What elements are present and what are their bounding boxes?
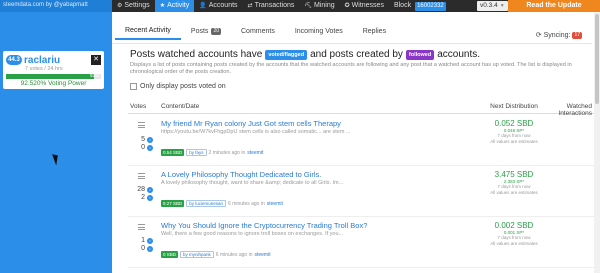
post-type-icon (138, 224, 145, 230)
tabs-divider (112, 43, 592, 44)
post-meta: 0 SBD by mynihpank 6 minutes ago in stee… (161, 251, 271, 258)
only-voted-label: Only display posts voted on (140, 83, 226, 90)
post-meta: 0.54 SBD by fays 2 minutes ago in steemi… (161, 149, 264, 156)
flag-indicator-icon: • (147, 145, 153, 151)
nav-accounts[interactable]: 👤 Accounts (194, 0, 242, 12)
section-description: Displays a list of posts containing post… (130, 62, 572, 75)
table-row: 28 • 2 • A Lovely Philosophy Thought Ded… (128, 167, 594, 217)
only-voted-option[interactable]: Only display posts voted on (130, 83, 226, 90)
nav-mining[interactable]: ⛏ Mining (299, 0, 339, 12)
tab-comments[interactable]: Comments (231, 28, 285, 39)
next-distribution: 0.052 SBD 0.046 SP* 7 days from now All … (490, 119, 538, 144)
only-voted-checkbox[interactable] (130, 83, 137, 90)
tab-recent-activity[interactable]: Recent Activity (115, 27, 181, 40)
payout-badge: 9.27 SBD (161, 200, 185, 207)
main-panel: Recent Activity Posts 20 Comments Incomin… (112, 12, 600, 273)
chevron-down-icon: ▼ (499, 3, 505, 9)
post-type-icon (138, 173, 145, 179)
read-update-button[interactable]: Read the Update (508, 0, 600, 12)
vote-indicator-icon: • (147, 238, 153, 244)
post-type-icon (138, 122, 145, 128)
flag-indicator-icon: • (147, 246, 153, 252)
author-link[interactable]: by luciemunesan (186, 200, 227, 207)
subtabs: Recent Activity Posts 20 Comments Incomin… (115, 27, 396, 40)
voting-power-bar: 92% (6, 73, 101, 79)
table-row: 1 • 0 • Why You Should Ignore the Crypto… (128, 218, 594, 268)
tag-link[interactable]: steemit (267, 201, 283, 207)
posts-count-badge: 20 (211, 28, 221, 35)
vote-count: 28 (137, 186, 145, 193)
star-icon: ★ (159, 3, 166, 9)
scrollbar-thumb[interactable] (595, 14, 599, 104)
header-votes: Votes (130, 103, 147, 110)
header-watched-interactions: Watched Interactions (558, 103, 592, 117)
tab-replies[interactable]: Replies (353, 28, 396, 39)
scrollbar[interactable] (594, 12, 600, 273)
sidebar: steemdata.com by @yabapmatt 44.3 raclari… (0, 0, 112, 273)
payout-badge: 0.54 SBD (161, 149, 185, 156)
nav-activity[interactable]: ★ Activity (154, 0, 195, 12)
exchange-icon: ⇄ (247, 3, 253, 9)
user-card: 44.3 raclariu ✕ 7 votes / 24 hrs 92% 92.… (3, 51, 104, 89)
vote-count: 5 (141, 136, 145, 143)
voting-power-label: 92.520% Voting Power (20, 80, 87, 87)
nav-witnesses[interactable]: ✪ Witnesses (340, 0, 389, 12)
reputation-badge: 44.3 (6, 55, 22, 65)
sync-status: ⟳ Syncing: 17 (535, 31, 582, 39)
tag-link[interactable]: steemit (254, 252, 270, 258)
user-icon: 👤 (199, 3, 207, 9)
post-excerpt: A lovely philosophy thought, want to sha… (161, 180, 344, 186)
author-link[interactable]: by mynihpank (180, 251, 214, 258)
tab-posts[interactable]: Posts 20 (181, 28, 231, 39)
voting-power-bar-label: 92% (89, 73, 99, 78)
flag-count: 0 (141, 144, 145, 151)
flag-count: 0 (141, 245, 145, 252)
post-title-link[interactable]: A Lovely Philosophy Thought Dedicated to… (161, 170, 321, 179)
voted-flagged-pill: voted/flagged (265, 49, 308, 60)
vote-indicator-icon: • (147, 187, 153, 193)
header-content: Content/Date (161, 103, 200, 110)
flag-count: 2 (141, 194, 145, 201)
block-indicator: Block 16002332 (393, 1, 446, 11)
author-link[interactable]: by fays (186, 149, 207, 156)
flag-indicator-icon: • (147, 195, 153, 201)
nav-transactions[interactable]: ⇄ Transactions (243, 0, 300, 12)
brand-title: steemdata.com by @yabapmatt (0, 0, 112, 12)
next-distribution: 3.475 SBD 2.383 SP* 7 days from now All … (490, 170, 538, 195)
badge-icon: ✪ (344, 3, 350, 9)
post-meta: 9.27 SBD by luciemunesan 6 minutes ago i… (161, 200, 283, 207)
post-title-link[interactable]: Why You Should Ignore the Cryptocurrency… (161, 221, 367, 230)
vote-indicator-icon: • (147, 137, 153, 143)
section-heading: Posts watched accounts have voted/flagge… (130, 49, 481, 60)
post-excerpt: Well, there a few good reasons to ignore… (161, 231, 344, 237)
vote-count: 1 (141, 237, 145, 244)
close-icon[interactable]: ✕ (91, 55, 101, 65)
payout-badge: 0 SBD (161, 251, 179, 258)
tab-incoming-votes[interactable]: Incoming Votes (285, 28, 353, 39)
post-title-link[interactable]: My friend Mr Ryan colony Just Got stem c… (161, 119, 341, 128)
next-distribution: 0.002 SBD 0.001 SP* 7 days from now All … (490, 221, 538, 246)
sync-count-badge: 17 (572, 31, 582, 39)
nav-settings[interactable]: ⚙ Settings (112, 0, 155, 12)
post-excerpt: https://youtu.be/W7kvFhgpDpU stem cells … (161, 129, 351, 135)
version-dropdown[interactable]: v0.3.4 ▼ (477, 1, 508, 11)
pickaxe-icon: ⛏ (304, 3, 312, 9)
mouse-cursor-icon (52, 152, 61, 166)
votes-per-day: 7 votes / 24 hrs (25, 66, 63, 72)
table-row: 5 • 0 • My friend Mr Ryan colony Just Go… (128, 116, 594, 166)
sync-icon: ⟳ (535, 32, 542, 39)
username-link[interactable]: raclariu (24, 55, 91, 66)
gear-icon: ⚙ (117, 3, 123, 9)
table-header: Votes Content/Date Next Distribution Wat… (128, 102, 594, 117)
tag-link[interactable]: steemit (247, 150, 263, 156)
followed-pill: followed (405, 49, 435, 60)
block-number: 16002332 (415, 1, 446, 11)
voting-power-fill (6, 74, 94, 79)
